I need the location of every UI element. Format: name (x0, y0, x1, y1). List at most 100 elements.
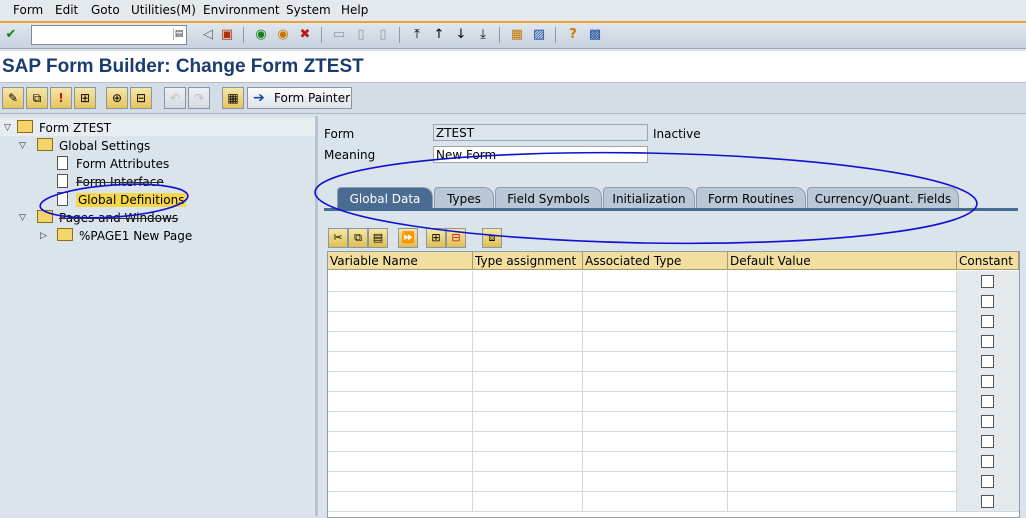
help-icon[interactable]: ? (564, 26, 582, 44)
table-cell[interactable] (473, 431, 583, 451)
table-cell[interactable] (728, 291, 957, 311)
table-cell[interactable] (328, 351, 473, 371)
menu-system[interactable]: System (286, 3, 331, 17)
table-cell[interactable] (583, 431, 728, 451)
table-cell[interactable] (328, 431, 473, 451)
command-field[interactable]: ▤ (31, 25, 187, 45)
table-cell[interactable] (473, 331, 583, 351)
table-cell[interactable] (328, 491, 473, 511)
save-icon[interactable]: ▣ (218, 26, 236, 44)
tree-node-form-attributes[interactable]: Form Attributes (57, 156, 169, 173)
table-cell[interactable] (328, 291, 473, 311)
table-cell[interactable] (473, 271, 583, 291)
constant-checkbox[interactable] (981, 315, 994, 328)
table-cell[interactable] (728, 471, 957, 491)
menu-form[interactable]: Form (13, 3, 43, 17)
cut-icon[interactable]: ✂ (328, 228, 348, 248)
table-cell[interactable] (583, 391, 728, 411)
table-cell[interactable] (583, 451, 728, 471)
table-cell[interactable] (328, 331, 473, 351)
table-cell[interactable] (473, 391, 583, 411)
meaning-input[interactable]: New Form (433, 146, 648, 163)
shortcut-icon[interactable]: ▨ (530, 26, 548, 44)
constant-checkbox[interactable] (981, 355, 994, 368)
constant-checkbox[interactable] (981, 395, 994, 408)
tab-types[interactable]: Types (434, 187, 494, 210)
table-cell[interactable] (728, 411, 957, 431)
column-header-constant[interactable]: Constant (957, 252, 1019, 270)
table-cell[interactable] (328, 371, 473, 391)
table-cell[interactable] (473, 451, 583, 471)
menu-utilities[interactable]: Utilities(M) (131, 3, 196, 17)
table-cell[interactable] (583, 331, 728, 351)
table-cell[interactable] (728, 271, 957, 291)
activate-icon[interactable]: ⊞ (74, 87, 96, 109)
table-cell[interactable] (728, 351, 957, 371)
table-cell[interactable] (728, 371, 957, 391)
table-cell[interactable] (583, 471, 728, 491)
table-cell[interactable] (583, 491, 728, 511)
add-row-icon[interactable]: ⊞ (426, 228, 446, 248)
column-header-variable-name[interactable]: Variable Name (328, 252, 473, 270)
table-cell[interactable] (728, 451, 957, 471)
table-cell[interactable] (473, 291, 583, 311)
tree-node-form-interface[interactable]: Form Interface (57, 174, 164, 191)
constant-checkbox[interactable] (981, 455, 994, 468)
back-icon[interactable]: ◉ (252, 26, 270, 44)
menu-environment[interactable]: Environment (203, 3, 280, 17)
constant-checkbox[interactable] (981, 435, 994, 448)
table-cell[interactable] (328, 311, 473, 331)
last-page-icon[interactable]: ⤓ (474, 26, 492, 44)
table-cell[interactable] (583, 411, 728, 431)
test-icon[interactable]: ⊕ (106, 87, 128, 109)
table-cell[interactable] (583, 291, 728, 311)
tab-global-data[interactable]: Global Data (337, 187, 433, 210)
table-cell[interactable] (728, 331, 957, 351)
check-icon[interactable]: ! (50, 87, 72, 109)
constant-checkbox[interactable] (981, 475, 994, 488)
menu-edit[interactable]: Edit (55, 3, 78, 17)
column-header-associated-type[interactable]: Associated Type (583, 252, 728, 270)
insert-line-icon[interactable]: ⏩ (398, 228, 418, 248)
form-painter-icon[interactable]: ▦ (222, 87, 244, 109)
tab-field-symbols[interactable]: Field Symbols (495, 187, 602, 210)
next-page-icon[interactable]: ↓ (452, 26, 470, 44)
table-cell[interactable] (728, 491, 957, 511)
table-cell[interactable] (473, 351, 583, 371)
constant-checkbox[interactable] (981, 415, 994, 428)
tab-form-routines[interactable]: Form Routines (696, 187, 806, 210)
table-cell[interactable] (473, 491, 583, 511)
table-cell[interactable] (728, 431, 957, 451)
table-cell[interactable] (328, 271, 473, 291)
constant-checkbox[interactable] (981, 335, 994, 348)
constant-checkbox[interactable] (981, 495, 994, 508)
enter-check-icon[interactable]: ✔ (2, 26, 20, 44)
constant-checkbox[interactable] (981, 375, 994, 388)
copy-icon[interactable]: ⧉ (348, 228, 368, 248)
back-arrow-small-icon[interactable]: ◁ (199, 26, 217, 44)
expand-icon[interactable]: ▽ (19, 210, 29, 227)
column-header-type-assignment[interactable]: Type assignment (473, 252, 583, 270)
expand-icon[interactable]: ▽ (19, 138, 29, 155)
table-cell[interactable] (328, 471, 473, 491)
form-painter-button[interactable]: ➔ Form Painter (247, 87, 352, 109)
tab-currency-quant-fields[interactable]: Currency/Quant. Fields (807, 187, 959, 210)
constant-checkbox[interactable] (981, 275, 994, 288)
previous-page-icon[interactable]: ↑ (430, 26, 448, 44)
redo-icon[interactable]: ↷ (188, 87, 210, 109)
command-history-icon[interactable]: ▤ (173, 28, 184, 40)
table-cell[interactable] (473, 411, 583, 431)
collapse-icon[interactable]: ▷ (40, 228, 50, 245)
menu-goto[interactable]: Goto (91, 3, 120, 17)
details-icon[interactable]: ⧈ (482, 228, 502, 248)
print-icon[interactable]: ▭ (330, 26, 348, 44)
tab-initialization[interactable]: Initialization (603, 187, 695, 210)
table-cell[interactable] (473, 311, 583, 331)
paste-icon[interactable]: ▤ (368, 228, 388, 248)
table-cell[interactable] (583, 271, 728, 291)
table-cell[interactable] (328, 411, 473, 431)
menu-help[interactable]: Help (341, 3, 368, 17)
cancel-icon[interactable]: ✖ (296, 26, 314, 44)
table-cell[interactable] (583, 351, 728, 371)
constant-checkbox[interactable] (981, 295, 994, 308)
